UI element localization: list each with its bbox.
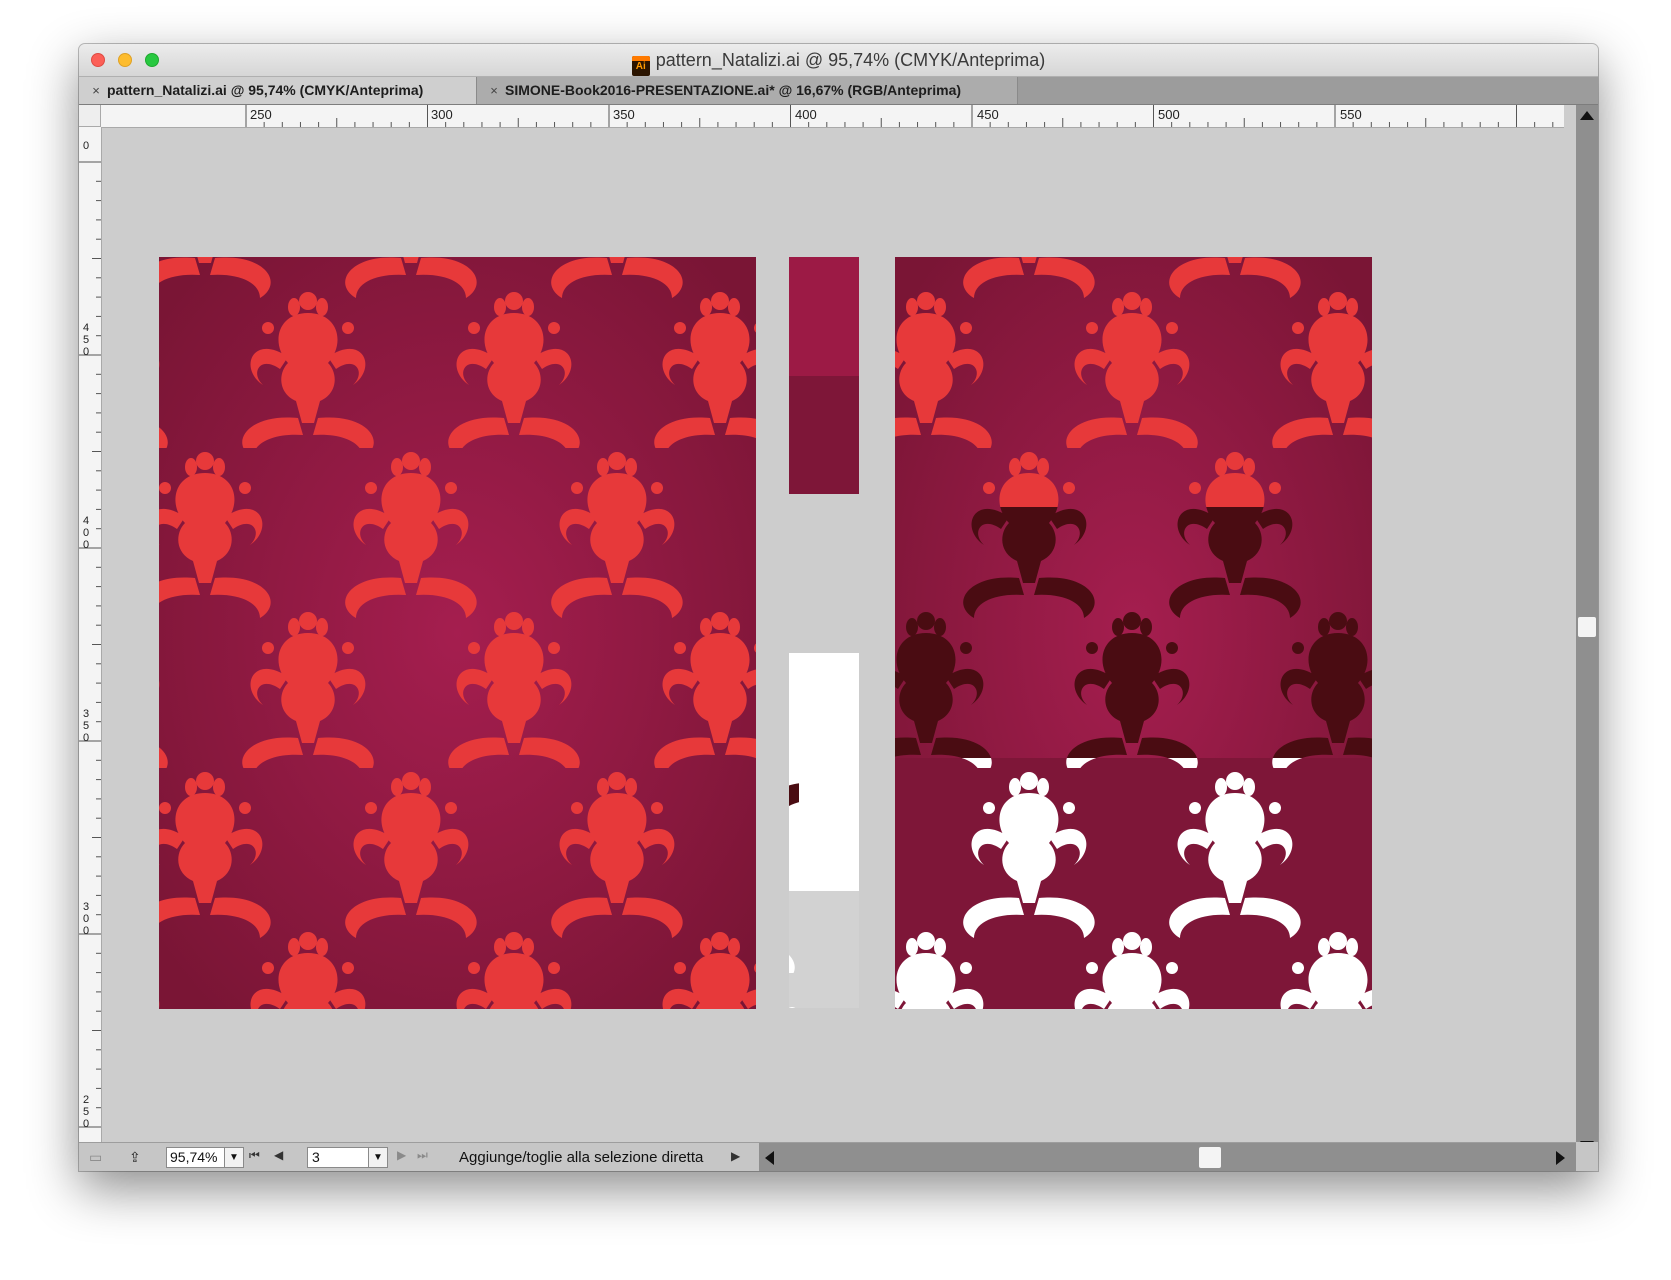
tab-label: SIMONE-Book2016-PRESENTAZIONE.ai* @ 16,6… [505,82,962,98]
tab-close-icon[interactable]: × [85,77,107,104]
horizontal-ruler[interactable]: 250 300 350 400 450 500 550 [101,105,1564,128]
ruler-label: 300 [83,901,89,937]
vertical-ruler[interactable]: 0 450 400 350 300 250 [79,127,102,1142]
vertical-scrollbar[interactable] [1576,105,1598,1171]
swatch-dark-crimson [789,376,859,494]
ruler-label: 450 [83,322,89,358]
ruler-origin-corner[interactable] [79,105,101,127]
ruler-label: 400 [83,515,89,551]
resize-grip-icon[interactable] [1576,1142,1598,1171]
status-message: Aggiunge/toglie alla selezione diretta [459,1149,704,1166]
status-bar: ▭ ⇪ 95,74% ▼ ⏮ ◀ 3 ▼ ▶ ⏭ Aggiunge/toglie… [79,1142,1576,1171]
scroll-up-arrow-icon[interactable] [1580,111,1594,120]
ruler-label: 400 [795,107,817,122]
ruler-label: 0 [83,140,89,152]
title-bar[interactable]: Ai pattern_Natalizi.ai @ 95,74% (CMYK/Ant… [79,44,1598,77]
pattern-panel-variants[interactable] [895,257,1372,1009]
illustrator-window: Ai pattern_Natalizi.ai @ 95,74% (CMYK/Ant… [79,44,1598,1171]
artboard-tool-icon[interactable]: ▭ [89,1149,102,1166]
tab-label: pattern_Natalizi.ai @ 95,74% (CMYK/Antep… [107,82,424,98]
tab-pattern-natalizi[interactable]: × pattern_Natalizi.ai @ 95,74% (CMYK/Ante… [79,77,477,104]
window-title-wrap: Ai pattern_Natalizi.ai @ 95,74% (CMYK/Ant… [79,50,1598,76]
color-swatch-column[interactable] [789,257,859,494]
vertical-ruler-ticks: 0 450 400 350 300 250 [79,140,101,1130]
first-artboard-icon[interactable]: ⏮ [249,1148,260,1163]
ruler-label: 250 [83,1094,89,1130]
next-artboard-icon[interactable]: ▶ [397,1148,406,1162]
zoom-level-field[interactable]: 95,74% [166,1147,227,1168]
horizontal-scrollbar[interactable] [759,1143,1576,1171]
tab-simone-book[interactable]: × SIMONE-Book2016-PRESENTAZIONE.ai* @ 16,… [477,77,1018,104]
artboard-canvas[interactable] [102,128,1564,1142]
artboard-number-field[interactable]: 3 [307,1147,369,1168]
tab-close-icon[interactable]: × [483,77,505,104]
window-title: pattern_Natalizi.ai @ 95,74% (CMYK/Antep… [655,50,1046,70]
zoom-dropdown-button[interactable]: ▼ [224,1147,244,1168]
ruler-label: 500 [1158,107,1180,122]
ruler-label: 350 [83,708,89,744]
ruler-label: 550 [1340,107,1362,122]
status-menu-arrow-icon[interactable]: ▶ [731,1149,740,1163]
illustrator-file-icon: Ai [631,56,650,76]
artwork[interactable] [102,128,1564,1142]
pattern-panel-red[interactable] [159,257,756,1009]
last-artboard-icon[interactable]: ⏭ [417,1148,428,1163]
ruler-label: 350 [613,107,635,122]
ruler-label: 300 [431,107,453,122]
share-icon[interactable]: ⇪ [129,1149,141,1166]
previous-artboard-icon[interactable]: ◀ [274,1148,283,1162]
document-tab-bar: × pattern_Natalizi.ai @ 95,74% (CMYK/Ante… [79,77,1598,105]
ruler-label: 450 [977,107,999,122]
ruler-label: 250 [250,107,272,122]
horizontal-ruler-ticks: 250 300 350 400 450 500 550 [245,105,1554,127]
horizontal-scroll-thumb[interactable] [1199,1147,1221,1168]
artboard-dropdown-button[interactable]: ▼ [368,1147,388,1168]
swatch-light-crimson [789,257,859,376]
scroll-left-arrow-icon[interactable] [765,1151,774,1165]
vertical-scroll-thumb[interactable] [1578,617,1596,637]
scroll-right-arrow-icon[interactable] [1556,1151,1565,1165]
